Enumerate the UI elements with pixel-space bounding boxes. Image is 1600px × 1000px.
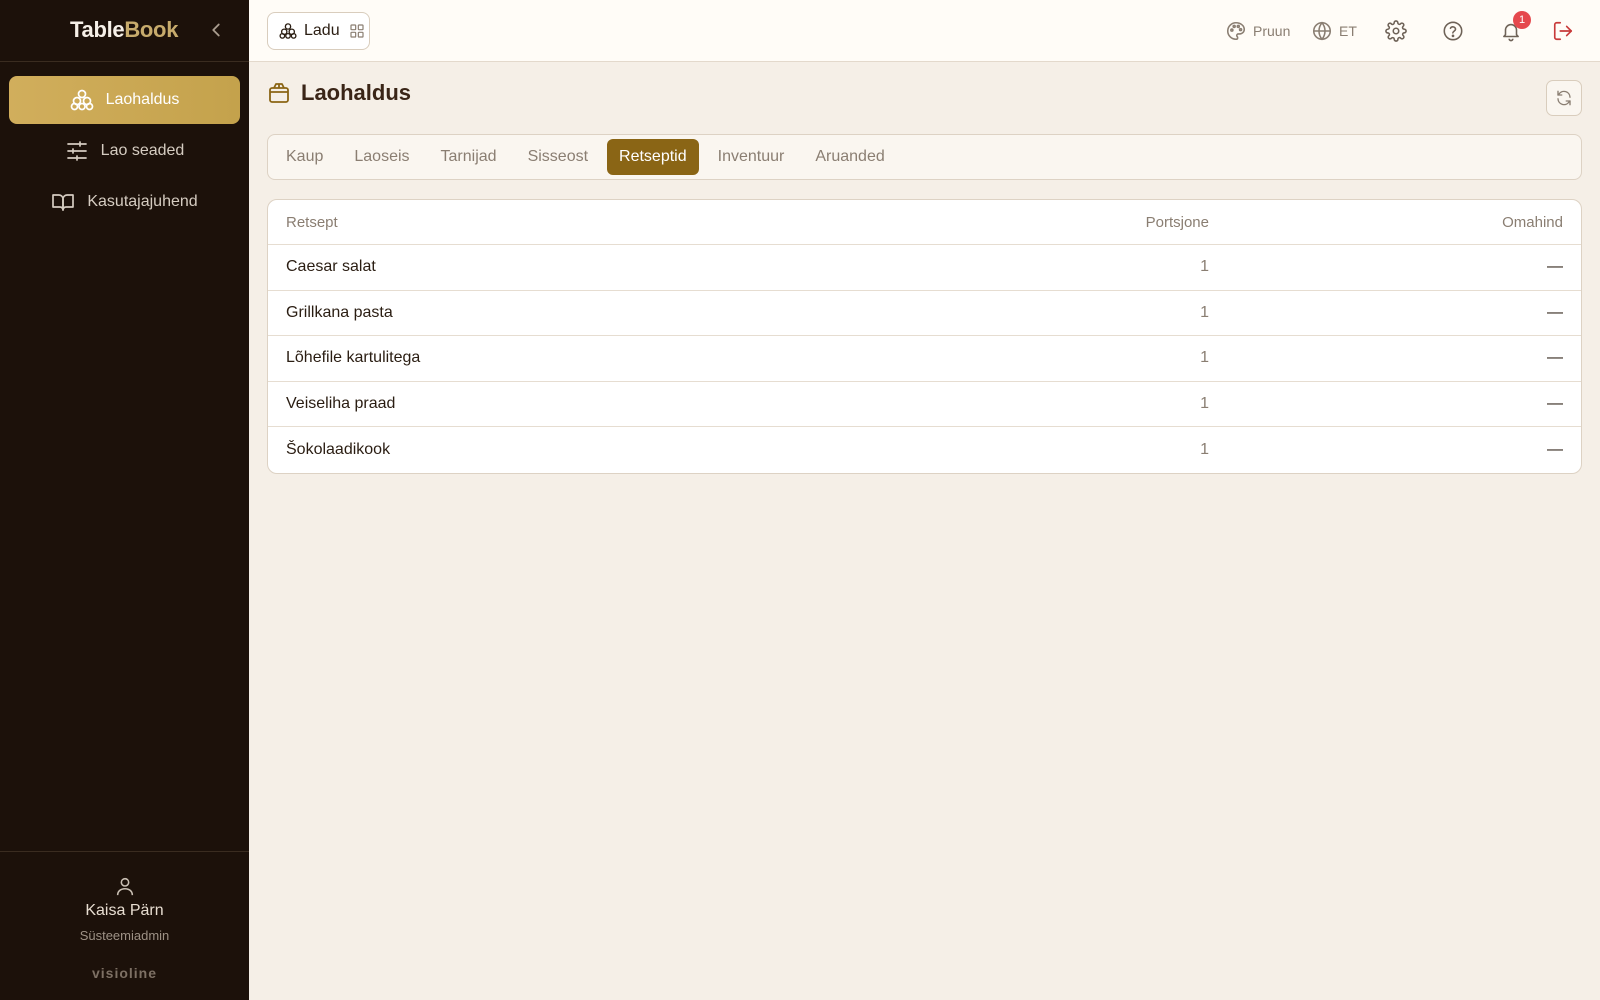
notification-badge: 1	[1513, 11, 1531, 29]
table-row[interactable]: Caesar salat 1 —	[268, 245, 1581, 291]
refresh-button[interactable]	[1546, 80, 1582, 116]
page-title: Laohaldus	[301, 80, 412, 105]
book-icon	[52, 194, 75, 211]
recipe-portions: 1	[1200, 440, 1209, 458]
column-header-retsept[interactable]: Retsept	[286, 200, 338, 244]
recipe-portions: 1	[1200, 258, 1209, 276]
recipe-cost: —	[1547, 440, 1563, 458]
recipe-portions: 1	[1200, 303, 1209, 321]
recipe-name: Šokolaadikook	[286, 440, 391, 458]
recipe-cost: —	[1547, 394, 1563, 412]
language-selector[interactable]: ET	[1311, 17, 1357, 45]
user-name: Kaisa Pärn	[85, 902, 164, 919]
settings-button[interactable]	[1385, 17, 1407, 45]
tab-kaup[interactable]: Kaup	[274, 139, 335, 175]
store-switcher-button[interactable]: Ladu	[267, 12, 370, 50]
table-row[interactable]: Veiseliha praad 1 —	[268, 382, 1581, 427]
tab-tarnijad[interactable]: Tarnijad	[429, 139, 509, 175]
brand-logo: TableBook	[70, 17, 178, 43]
recipe-portions: 1	[1200, 394, 1209, 412]
sidebar-item-laohaldus[interactable]: Laohaldus	[9, 76, 240, 124]
notifications-button[interactable]: 1	[1500, 11, 1531, 45]
tab-inventuur[interactable]: Inventuur	[706, 139, 797, 175]
table-row[interactable]: Šokolaadikook 1 —	[268, 427, 1581, 473]
sidebar-item-label: Lao seaded	[100, 142, 185, 159]
theme-selector[interactable]: Pruun	[1225, 17, 1290, 45]
recipe-name: Grillkana pasta	[286, 303, 393, 321]
tab-aruanded[interactable]: Aruanded	[803, 139, 896, 175]
palette-icon	[1227, 21, 1246, 41]
column-header-portsjone[interactable]: Portsjone	[1146, 200, 1209, 244]
sidebar-item-lao-seaded[interactable]: Lao seaded	[9, 127, 240, 175]
brand-part-2: Book	[124, 17, 179, 42]
table-row[interactable]: Lõhefile kartulitega 1 —	[268, 336, 1581, 382]
globe-icon	[1312, 21, 1332, 41]
logout-icon	[1553, 21, 1573, 41]
help-circle-icon	[1443, 21, 1463, 41]
tab-laoseis[interactable]: Laoseis	[342, 139, 421, 175]
recipe-cost: —	[1547, 303, 1563, 321]
recipe-cost: —	[1547, 349, 1563, 367]
table-header-row: Retsept Portsjone Omahind	[268, 200, 1581, 245]
logout-button[interactable]	[1552, 17, 1574, 45]
tab-bar: Kaup Laoseis Tarnijad Sisseost Retseptid…	[267, 134, 1582, 180]
refresh-icon	[1557, 90, 1571, 106]
chevron-left-icon	[212, 23, 220, 37]
user-role: Süsteemiadmin	[79, 928, 170, 943]
theme-label: Pruun	[1253, 23, 1291, 39]
sidebar: TableBook Laohaldus Lao seaded Kasutajaj…	[0, 0, 249, 1000]
user-panel: Kaisa Pärn Süsteemiadmin visioline	[0, 851, 249, 1000]
recipe-cost: —	[1547, 258, 1563, 276]
sliders-icon	[66, 141, 87, 161]
topbar: Ladu Pruun ET 1	[249, 0, 1600, 62]
recipe-name: Veiseliha praad	[286, 394, 396, 412]
column-header-omahind[interactable]: Omahind	[1502, 200, 1563, 244]
boxes-icon	[279, 23, 297, 39]
recipes-table: Retsept Portsjone Omahind Caesar salat 1…	[267, 199, 1582, 474]
recipe-name: Caesar salat	[286, 258, 376, 276]
boxes-icon	[70, 89, 93, 111]
help-button[interactable]	[1442, 17, 1464, 45]
sidebar-header: TableBook	[0, 0, 249, 62]
page-header: Laohaldus	[267, 80, 411, 106]
sidebar-item-label: Kasutajajuhend	[87, 193, 198, 210]
package-icon	[269, 83, 289, 103]
collapse-sidebar-button[interactable]	[205, 19, 227, 41]
store-label: Ladu	[304, 22, 340, 39]
recipe-portions: 1	[1200, 349, 1209, 367]
user-icon	[116, 877, 133, 896]
grid-icon	[349, 24, 364, 38]
tab-sisseost[interactable]: Sisseost	[516, 139, 600, 175]
language-label: ET	[1339, 23, 1357, 39]
tab-retseptid[interactable]: Retseptid	[607, 139, 699, 175]
sidebar-item-label: Laohaldus	[105, 91, 180, 108]
gear-icon	[1385, 20, 1407, 42]
sidebar-item-kasutajajuhend[interactable]: Kasutajajuhend	[9, 178, 240, 226]
brand-part-1: Table	[70, 17, 125, 42]
table-row[interactable]: Grillkana pasta 1 —	[268, 291, 1581, 336]
recipe-name: Lõhefile kartulitega	[286, 349, 421, 367]
footer-brand: visioline	[91, 965, 158, 981]
